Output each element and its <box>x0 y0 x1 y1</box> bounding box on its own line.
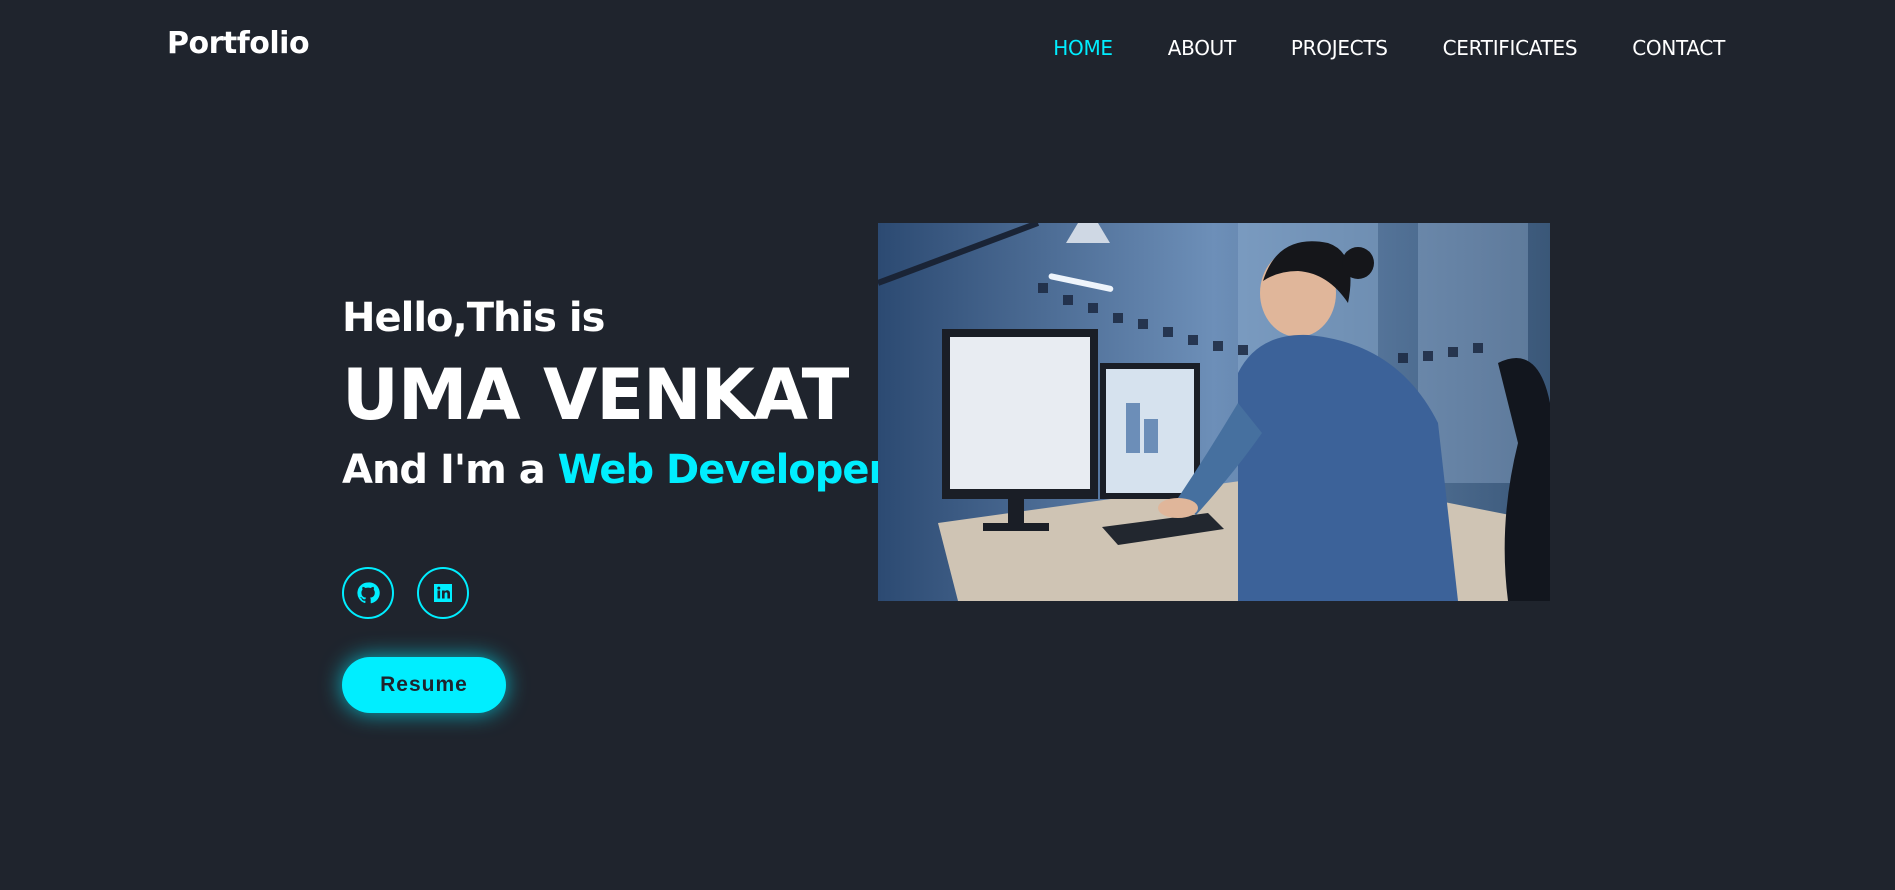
hero-image <box>878 223 1550 601</box>
nav-link-projects[interactable]: PROJECTS <box>1291 36 1388 60</box>
nav-link-home[interactable]: HOME <box>1053 36 1113 60</box>
linkedin-icon <box>431 581 455 605</box>
hero-greeting: Hello,This is <box>342 295 605 341</box>
linkedin-link[interactable] <box>417 567 469 619</box>
nav-link-contact[interactable]: CONTACT <box>1632 36 1725 60</box>
resume-button[interactable]: Resume <box>342 657 506 713</box>
hero-text: Hello,This is UMA VENKAT And I'm a Web D… <box>342 290 894 496</box>
role-prefix: And I'm a <box>342 447 546 493</box>
social-links <box>342 567 469 619</box>
github-link[interactable] <box>342 567 394 619</box>
github-icon <box>356 581 380 605</box>
nav-links: HOME ABOUT PROJECTS CERTIFICATES CONTACT <box>1053 36 1725 60</box>
role-highlight: Web Developer <box>557 447 889 493</box>
nav-link-certificates[interactable]: CERTIFICATES <box>1443 36 1578 60</box>
logo-link[interactable]: Portfolio <box>167 26 310 61</box>
navbar: Portfolio HOME ABOUT PROJECTS CERTIFICAT… <box>0 0 1895 96</box>
hero-illustration <box>878 223 1550 601</box>
hero-name: UMA VENKAT <box>342 354 849 436</box>
hero-role: And I'm a Web Developer <box>342 444 894 496</box>
nav-link-about[interactable]: ABOUT <box>1168 36 1236 60</box>
